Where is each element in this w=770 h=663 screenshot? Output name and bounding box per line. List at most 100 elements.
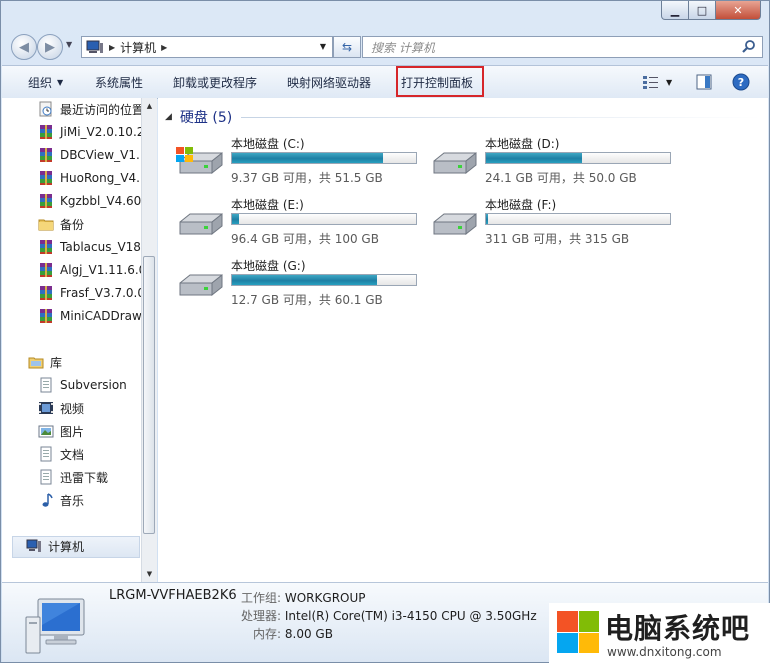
scroll-down-icon[interactable]: ▼ <box>142 566 157 582</box>
drive-usage-bar <box>485 152 671 164</box>
hard-disks-group-header[interactable]: ◢ 硬盘 (5) <box>165 107 232 127</box>
forward-button[interactable]: ▶ <box>37 34 63 60</box>
cpu-row: 处理器: Intel(R) Core(TM) i3-4150 CPU @ 3.5… <box>241 607 537 624</box>
drive-item[interactable]: 本地磁盘 (D:) 24.1 GB 可用，共 50.0 GB <box>430 135 680 189</box>
nav-item-label: DBCView_V1.1 <box>60 148 141 162</box>
nav-item-label: Tablacus_V18 <box>60 240 141 254</box>
drive-name: 本地磁盘 (D:) <box>485 137 560 151</box>
back-button[interactable]: ◀ <box>11 34 37 60</box>
map-network-drive-button[interactable]: 映射网络驱动器 <box>287 66 371 98</box>
drive-usage-fill <box>232 275 378 285</box>
document-icon <box>38 469 54 485</box>
nav-item-favorite[interactable]: Frasf_V3.7.0.0 <box>38 283 141 303</box>
computer-icon <box>26 538 42 554</box>
nav-item-favorite[interactable]: JiMi_V2.0.10.2 <box>38 122 141 142</box>
navigation-scrollbar[interactable]: ▲ ▼ <box>141 98 157 582</box>
drive-space-info: 12.7 GB 可用，共 60.1 GB <box>231 293 383 307</box>
nav-item-label: Frasf_V3.7.0.0 <box>60 286 141 300</box>
drive-space-info: 96.4 GB 可用，共 100 GB <box>231 232 379 246</box>
search-icon[interactable] <box>741 39 757 55</box>
nav-item-favorite[interactable]: Algj_V1.11.6.0 <box>38 260 141 280</box>
watermark-url: www.dnxitong.com <box>607 645 722 659</box>
recent-pages-dropdown[interactable]: ▼ <box>66 40 72 49</box>
video-icon <box>38 400 54 416</box>
navigation-pane: 最近访问的位置 JiMi_V2.0.10.2 DBCView_V1.1 HuoRong… <box>2 98 141 582</box>
minimize-button[interactable]: ▁ <box>661 1 689 20</box>
nav-item-label: 计算机 <box>48 539 85 554</box>
group-divider <box>241 117 761 118</box>
nav-item-favorite[interactable]: 备份 <box>38 214 84 234</box>
watermark-title: 电脑系统吧 <box>605 612 751 645</box>
organize-button[interactable]: 组织 ▼ <box>28 66 63 98</box>
search-input[interactable]: 搜索 计算机 <box>371 39 435 56</box>
drive-name: 本地磁盘 (G:) <box>231 259 306 273</box>
view-list-icon <box>643 76 658 89</box>
music-icon <box>38 492 54 508</box>
hard-drive-icon <box>176 206 226 244</box>
drive-name: 本地磁盘 (C:) <box>231 137 305 151</box>
watermark-logo-icon <box>557 611 599 653</box>
svg-text:?: ? <box>738 76 744 89</box>
address-bar[interactable]: ▶ 计算机 ▶ ▼ <box>81 36 333 58</box>
nav-item-libraries[interactable]: 库 <box>28 352 62 372</box>
breadcrumb-separator-icon[interactable]: ▶ <box>109 43 115 52</box>
help-icon: ? <box>732 73 750 91</box>
nav-item-library[interactable]: 图片 <box>38 421 84 441</box>
drive-item[interactable]: 本地磁盘 (C:) 9.37 GB 可用，共 51.5 GB <box>176 135 426 189</box>
preview-pane-button[interactable] <box>696 73 712 91</box>
nav-item-library[interactable]: 迅雷下载 <box>38 467 108 487</box>
search-box[interactable]: 搜索 计算机 <box>362 36 763 58</box>
nav-item-library[interactable]: Subversion <box>38 375 127 395</box>
breadcrumb-separator-icon[interactable]: ▶ <box>161 43 167 52</box>
nav-item-favorite[interactable]: 最近访问的位置 <box>38 99 141 119</box>
collapse-triangle-icon[interactable]: ◢ <box>165 112 172 122</box>
nav-item-favorite[interactable]: MiniCADDraw <box>38 306 141 326</box>
drive-usage-fill <box>232 153 383 163</box>
nav-item-label: 备份 <box>60 217 85 232</box>
workgroup-value: WORKGROUP <box>284 591 366 605</box>
nav-item-library[interactable]: 视频 <box>38 398 84 418</box>
system-properties-button[interactable]: 系统属性 <box>95 66 143 98</box>
uninstall-program-button[interactable]: 卸载或更改程序 <box>173 66 257 98</box>
nav-item-label: JiMi_V2.0.10.2 <box>60 125 141 139</box>
close-button[interactable]: ✕ <box>716 1 761 20</box>
archive-icon <box>38 285 54 301</box>
workgroup-row: 工作组: WORKGROUP <box>241 589 366 606</box>
computer-icon <box>25 598 85 654</box>
command-bar: 组织 ▼ 系统属性 卸载或更改程序 映射网络驱动器 打开控制面板 ▼ ? <box>2 65 768 99</box>
chevron-down-icon: ▼ <box>57 77 64 87</box>
nav-item-label: 视频 <box>60 401 85 416</box>
view-options-button[interactable]: ▼ <box>642 73 672 91</box>
drive-item[interactable]: 本地磁盘 (F:) 311 GB 可用，共 315 GB <box>430 196 680 250</box>
scroll-up-icon[interactable]: ▲ <box>142 98 157 114</box>
hard-drive-icon <box>430 206 480 244</box>
nav-item-favorite[interactable]: HuoRong_V4. <box>38 168 140 188</box>
refresh-button[interactable]: ⇆ <box>333 36 361 58</box>
document-icon <box>38 446 54 462</box>
nav-item-label: 音乐 <box>60 493 85 508</box>
content-pane: ◢ 硬盘 (5) 本地磁盘 (C:) 9.37 GB 可用，共 51.5 GB 本地… <box>158 98 768 582</box>
nav-item-favorite[interactable]: Tablacus_V18 <box>38 237 141 257</box>
nav-item-library[interactable]: 文档 <box>38 444 84 464</box>
drive-usage-bar <box>231 274 417 286</box>
address-dropdown-icon[interactable]: ▼ <box>316 38 330 54</box>
arrow-right-icon: ▶ <box>45 39 55 55</box>
nav-item-computer[interactable]: 计算机 <box>26 536 84 556</box>
scrollbar-thumb[interactable] <box>143 256 155 534</box>
breadcrumb-computer[interactable]: 计算机 <box>120 39 156 56</box>
watermark: 电脑系统吧 www.dnxitong.com <box>549 603 770 663</box>
drive-usage-bar <box>231 152 417 164</box>
archive-icon <box>38 262 54 278</box>
maximize-button[interactable]: □ <box>689 1 716 20</box>
archive-icon <box>38 308 54 324</box>
help-button[interactable]: ? <box>732 73 750 91</box>
drive-usage-fill <box>486 214 488 224</box>
drive-name: 本地磁盘 (E:) <box>231 198 304 212</box>
nav-item-favorite[interactable]: DBCView_V1.1 <box>38 145 141 165</box>
drive-space-info: 311 GB 可用，共 315 GB <box>485 232 630 246</box>
drive-item[interactable]: 本地磁盘 (G:) 12.7 GB 可用，共 60.1 GB <box>176 257 426 311</box>
nav-item-library[interactable]: 音乐 <box>38 490 84 510</box>
nav-item-favorite[interactable]: Kgzbbl_V4.60 <box>38 191 141 211</box>
organize-label: 组织 <box>28 75 53 90</box>
drive-item[interactable]: 本地磁盘 (E:) 96.4 GB 可用，共 100 GB <box>176 196 426 250</box>
